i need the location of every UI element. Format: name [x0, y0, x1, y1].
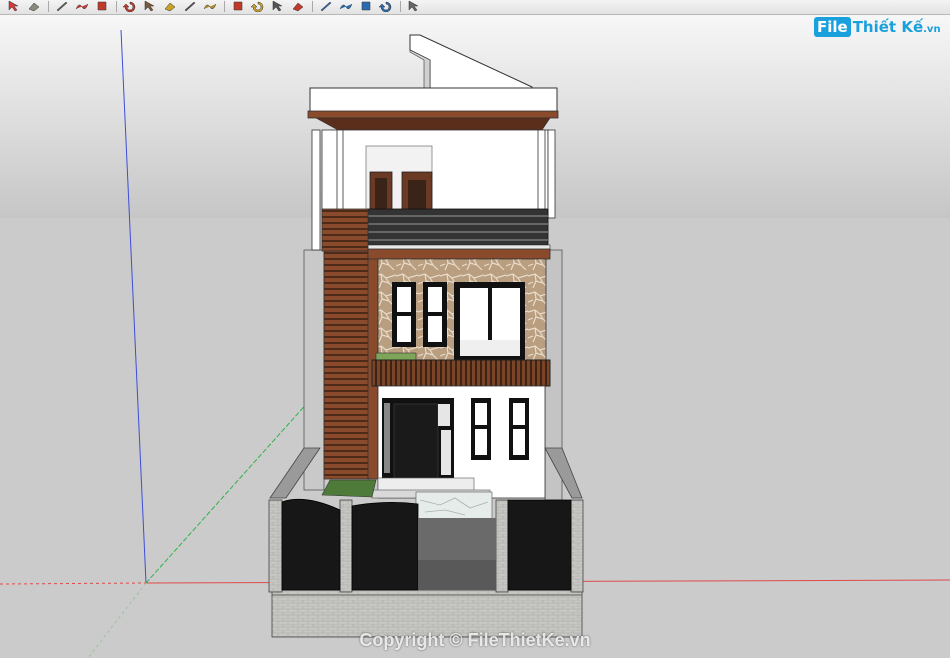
main-door-glass-side — [384, 403, 390, 473]
fence-pillar-2 — [339, 499, 353, 593]
eraser-tool-button[interactable] — [26, 0, 42, 12]
dimension-tool-button[interactable] — [182, 0, 198, 12]
paint-bucket-icon — [144, 0, 155, 12]
logo-text: Thiết Kế.vn — [852, 18, 941, 36]
walk-tool-button[interactable] — [378, 0, 394, 12]
lawn-patch — [321, 479, 377, 498]
roof-parapet — [309, 87, 558, 113]
toolbar-separator — [224, 1, 225, 12]
rotate-tool-button[interactable] — [122, 0, 138, 12]
fence-pillar-1 — [268, 499, 283, 593]
pan-hand-icon — [250, 1, 264, 12]
select-arrow-icon — [8, 0, 19, 12]
orbit-icon — [233, 1, 243, 11]
main-door-transom — [438, 404, 450, 426]
toolbar — [0, 0, 950, 15]
fence-pillar-3 — [495, 499, 509, 593]
select-arrow-tool-button[interactable] — [6, 0, 22, 12]
look-around-tool-button[interactable] — [406, 0, 422, 12]
gate-left — [281, 498, 341, 591]
tape-measure-tool-button[interactable] — [162, 0, 178, 12]
stair-slat-screen — [323, 250, 371, 480]
roof-soffit — [315, 117, 551, 131]
toolbar-separator — [400, 1, 401, 12]
fence-pillar-4 — [570, 499, 584, 593]
gate-opening-floor — [418, 560, 496, 590]
previous-view-icon — [320, 1, 332, 12]
orbit-tool-button[interactable] — [230, 0, 246, 12]
freehand-tool-button[interactable] — [74, 0, 90, 12]
zoom-extents-icon — [292, 2, 304, 12]
model-scene[interactable] — [0, 15, 950, 658]
previous-view-tool-button[interactable] — [318, 0, 334, 12]
3d-viewport[interactable]: Copyright © FileThietKe.vn — [0, 15, 950, 658]
push-pull-tool-button[interactable] — [94, 0, 110, 12]
top-door-left-panel — [375, 178, 387, 210]
toolbar-separator — [116, 1, 117, 12]
top-floor-wall — [321, 129, 549, 211]
next-view-icon — [339, 3, 353, 10]
zoom-icon — [272, 0, 283, 12]
lower-balcony-screen — [371, 359, 551, 387]
eraser-icon — [28, 2, 40, 12]
rotate-icon — [122, 1, 136, 12]
column-top-2 — [336, 129, 344, 211]
top-door-right-panel — [408, 180, 426, 210]
ground-window-right — [509, 398, 529, 460]
line-pencil-icon — [56, 1, 68, 12]
main-door — [393, 403, 439, 479]
gate-right — [507, 499, 572, 591]
push-pull-icon — [97, 1, 107, 11]
copyright-watermark: Copyright © FileThietKe.vn — [359, 630, 591, 650]
window-middle — [423, 282, 447, 347]
look-around-icon — [408, 0, 419, 12]
text-tool-button[interactable] — [202, 0, 218, 12]
zoom-extents-tool-button[interactable] — [290, 0, 306, 12]
site-logo: File Thiết Kế.vn — [814, 16, 941, 38]
tape-measure-icon — [164, 2, 176, 12]
toolbar-separator — [48, 1, 49, 12]
text-icon — [203, 3, 217, 10]
column-top-4 — [547, 129, 556, 219]
freehand-icon — [75, 3, 89, 10]
sliding-door-upper — [454, 282, 525, 360]
next-view-tool-button[interactable] — [338, 0, 354, 12]
main-door-sidelight — [441, 430, 451, 475]
position-camera-tool-button[interactable] — [358, 0, 374, 12]
roof-fascia — [307, 110, 559, 119]
position-camera-icon — [361, 1, 371, 11]
timber-beam — [367, 248, 551, 260]
zoom-tool-button[interactable] — [270, 0, 286, 12]
window-left — [392, 282, 416, 347]
dimension-icon — [184, 1, 196, 12]
gate-middle — [351, 502, 419, 591]
walk-icon — [378, 1, 392, 12]
column-top-1 — [311, 129, 321, 251]
toolbar-separator — [312, 1, 313, 12]
line-pencil-tool-button[interactable] — [54, 0, 70, 12]
marble-planter — [415, 491, 493, 521]
paint-bucket-tool-button[interactable] — [142, 0, 158, 12]
stair-slat-screen-top — [321, 208, 369, 252]
logo-badge: File — [814, 17, 851, 37]
pan-hand-tool-button[interactable] — [250, 0, 266, 12]
ground-window-left — [471, 398, 491, 460]
